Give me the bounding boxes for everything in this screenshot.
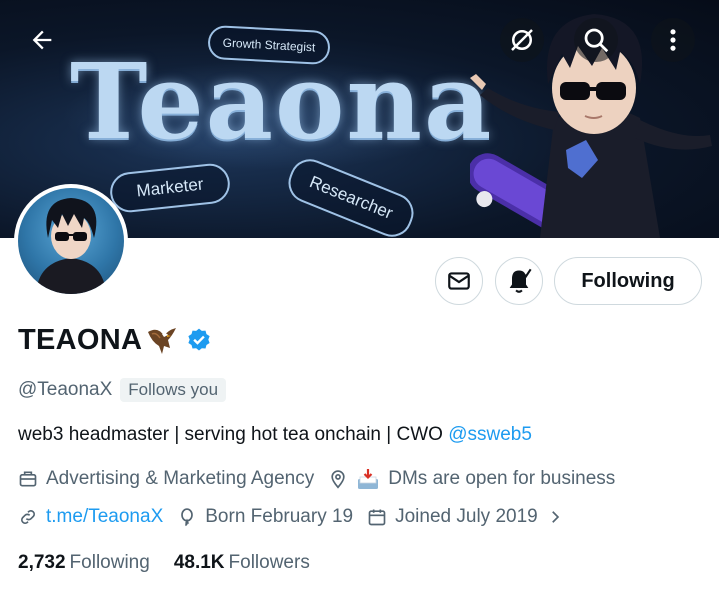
verified-badge-icon[interactable]	[186, 327, 212, 353]
profile-meta-row-2: t.me/TeaonaX Born February 19 Joined Jul…	[18, 506, 578, 528]
category-text: Advertising & Marketing Agency	[46, 468, 315, 489]
inbox-tray-icon	[358, 469, 379, 489]
joined-item[interactable]: Joined July 2019	[367, 506, 564, 528]
offline-button[interactable]	[500, 18, 544, 62]
joined-text: Joined July 2019	[395, 506, 538, 527]
location-pin-icon	[331, 470, 345, 489]
follows-you-badge: Follows you	[120, 378, 227, 402]
mail-icon	[448, 272, 470, 290]
bio: web3 headmaster | serving hot tea onchai…	[18, 424, 532, 446]
chevron-right-icon	[551, 511, 559, 523]
following-stat[interactable]: 2,732 Following	[18, 552, 150, 574]
birthday-item: Born February 19	[177, 506, 353, 528]
back-arrow-icon	[32, 30, 52, 50]
location-item: DMs are open for business	[328, 467, 615, 491]
birthday-text: Born February 19	[205, 506, 354, 527]
website-link[interactable]: t.me/TeaonaX	[46, 506, 163, 528]
followers-stat[interactable]: 48.1K Followers	[174, 552, 310, 574]
search-icon	[584, 28, 609, 53]
followers-count: 48.1K	[173, 552, 225, 573]
briefcase-icon	[19, 471, 37, 487]
avatar[interactable]	[14, 184, 128, 298]
category-item: Advertising & Marketing Agency	[18, 468, 314, 490]
followers-label: Followers	[228, 552, 310, 573]
more-options-button[interactable]	[651, 18, 695, 62]
eagle-icon	[148, 328, 177, 354]
follow-stats: 2,732 Following 48.1K Followers	[18, 552, 334, 574]
avatar-image	[18, 188, 124, 294]
following-label: Following	[69, 552, 150, 573]
offline-icon	[511, 29, 533, 51]
notifications-button[interactable]	[495, 257, 543, 305]
user-handle: @TeaonaX	[18, 379, 113, 400]
bell-check-icon	[509, 268, 532, 293]
banner-pill-marketer: Marketer	[108, 161, 232, 215]
following-button[interactable]: Following	[554, 257, 702, 305]
handle-row: @TeaonaX Follows you	[18, 378, 227, 402]
location-text: DMs are open for business	[388, 468, 616, 489]
link-icon	[21, 510, 35, 524]
profile-name-row: TEAONA	[18, 322, 212, 358]
balloon-icon	[181, 508, 194, 527]
following-count: 2,732	[18, 552, 66, 573]
display-name: TEAONA	[18, 323, 143, 356]
banner-pill-researcher: Researcher	[282, 153, 420, 238]
profile-meta-row-1: Advertising & Marketing Agency DMs are o…	[18, 467, 629, 491]
more-vertical-icon	[670, 29, 676, 51]
website-item[interactable]: t.me/TeaonaX	[18, 506, 163, 528]
message-button[interactable]	[435, 257, 483, 305]
calendar-icon	[368, 509, 386, 526]
banner-title: Teaona	[70, 40, 494, 163]
bio-text: web3 headmaster | serving hot tea onchai…	[18, 424, 449, 445]
back-button[interactable]	[20, 18, 64, 62]
search-button[interactable]	[574, 18, 618, 62]
bio-mention-link[interactable]: @ssweb5	[448, 424, 532, 445]
